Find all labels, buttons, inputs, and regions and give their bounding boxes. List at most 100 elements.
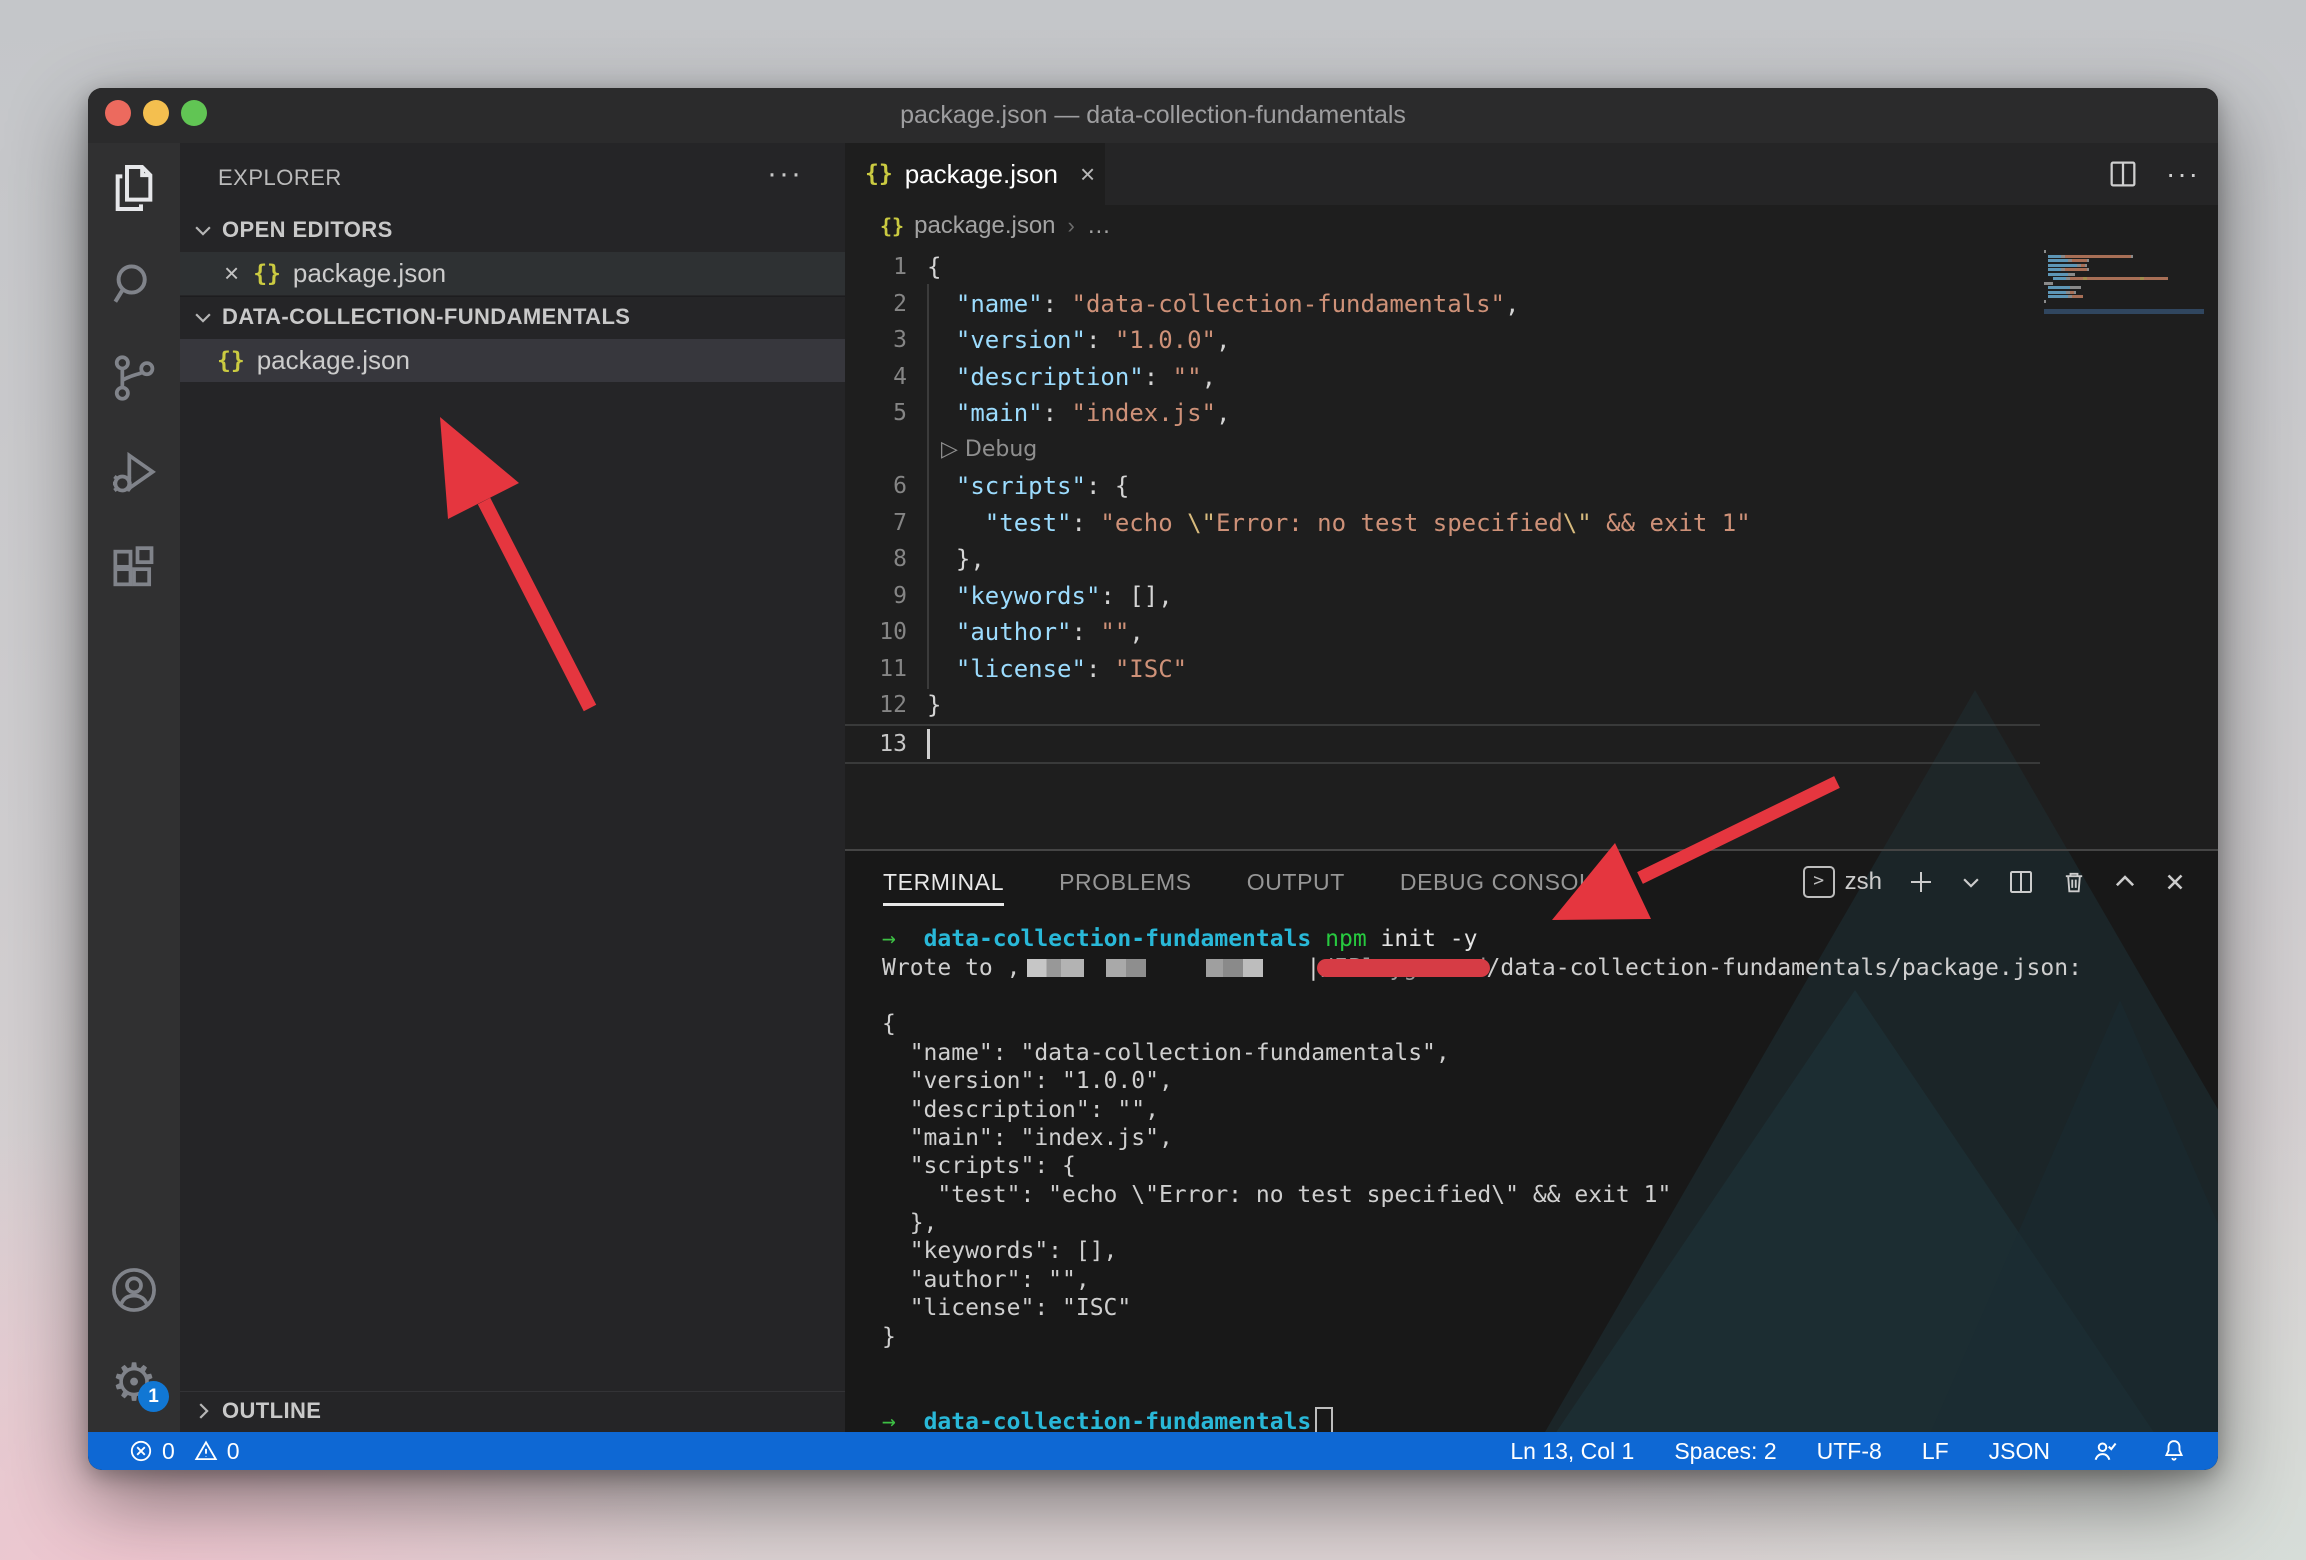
code-line: 1{ <box>845 249 2040 286</box>
minimap-row <box>2044 295 2204 298</box>
terminal-panel: TERMINAL PROBLEMS OUTPUT DEBUG CONSOLE >… <box>845 849 2218 1432</box>
code-text: "name": "data-collection-fundamentals", <box>907 286 2040 323</box>
maximize-panel-icon[interactable] <box>2112 869 2138 895</box>
source-control-icon[interactable] <box>106 350 162 406</box>
editor-tab-bar: {} package.json × ··· <box>845 143 2218 205</box>
minimap-row <box>2044 300 2204 303</box>
title-bar[interactable]: package.json — data-collection-fundament… <box>88 88 2218 144</box>
account-icon[interactable] <box>106 1262 162 1318</box>
line-number: 12 <box>845 692 907 718</box>
code-text: } <box>907 687 2040 724</box>
kill-terminal-trash-icon[interactable] <box>2060 868 2088 896</box>
chevron-down-icon <box>192 306 214 328</box>
tab-problems[interactable]: PROBLEMS <box>1059 851 1192 913</box>
line-number: 9 <box>845 583 907 609</box>
line-number: 11 <box>845 656 907 682</box>
code-line: 12} <box>845 687 2040 724</box>
editor-group: {} package.json × ··· {} package.json › … <box>845 143 2218 1432</box>
code-text: }, <box>907 541 2040 578</box>
indent-guide <box>927 466 929 507</box>
open-editor-file-label: package.json <box>293 258 446 289</box>
indentation-status[interactable]: Spaces: 2 <box>1674 1438 1776 1465</box>
code-line: 11 "license": "ISC" <box>845 651 2040 688</box>
tab-package-json[interactable]: {} package.json × <box>845 143 1106 205</box>
views-more-actions-icon[interactable]: ··· <box>767 157 803 191</box>
terminal-output-line: "license": "ISC" <box>882 1294 2208 1322</box>
indent-guide <box>927 284 929 325</box>
minimap[interactable] <box>2044 250 2204 314</box>
extensions-icon[interactable] <box>106 540 162 596</box>
sidebar-title: EXPLORER <box>218 165 342 191</box>
minimap-row <box>2044 259 2204 262</box>
redaction-strikethrough <box>1317 959 1489 977</box>
settings-badge: 1 <box>138 1381 169 1412</box>
problems-status[interactable]: 0 0 <box>128 1438 240 1465</box>
cursor-position-status[interactable]: Ln 13, Col 1 <box>1510 1438 1634 1465</box>
run-debug-icon[interactable] <box>106 445 162 501</box>
code-text: ▷ Debug <box>907 432 2040 469</box>
file-item-package-json[interactable]: {} package.json <box>180 339 845 382</box>
indent-guide <box>927 320 929 361</box>
code-line: 10 "author": "", <box>845 614 2040 651</box>
eol-status[interactable]: LF <box>1922 1438 1949 1465</box>
breadcrumb-more[interactable]: … <box>1087 212 1111 240</box>
code-line: 2 "name": "data-collection-fundamentals"… <box>845 286 2040 323</box>
breadcrumb-file[interactable]: package.json <box>914 212 1055 240</box>
terminal-output[interactable]: → data-collection-fundamentals npm init … <box>882 925 2208 1436</box>
explorer-icon[interactable] <box>106 160 162 216</box>
terminal-blank-line <box>882 1351 2208 1379</box>
language-mode-status[interactable]: JSON <box>1989 1438 2050 1465</box>
search-icon[interactable] <box>106 255 162 311</box>
outline-section-header[interactable]: OUTLINE <box>180 1391 845 1430</box>
encoding-status[interactable]: UTF-8 <box>1817 1438 1882 1465</box>
folder-section-header[interactable]: DATA-COLLECTION-FUNDAMENTALS <box>180 296 845 337</box>
code-line: 5 "main": "index.js", <box>845 395 2040 432</box>
minimap-row <box>2044 282 2204 285</box>
line-number: 4 <box>845 364 907 390</box>
desktop-background: package.json — data-collection-fundament… <box>0 0 2306 1560</box>
open-editor-item-package-json[interactable]: × {} package.json <box>180 252 845 295</box>
open-editors-section-header[interactable]: OPEN EDITORS <box>180 210 845 250</box>
editor-actions: ··· <box>2106 143 2200 205</box>
close-panel-icon[interactable] <box>2162 869 2188 895</box>
split-editor-icon[interactable] <box>2106 157 2140 191</box>
more-actions-icon[interactable]: ··· <box>2166 158 2200 190</box>
codelens-line: ▷ Debug <box>845 432 2040 469</box>
split-terminal-icon[interactable] <box>2006 867 2036 897</box>
activity-bar: ⚙ 1 <box>88 143 180 1432</box>
line-number: 8 <box>845 546 907 572</box>
indent-guide <box>927 503 929 544</box>
tab-close-icon[interactable]: × <box>1080 159 1095 190</box>
code-lines: 1{2 "name": "data-collection-fundamental… <box>845 249 2040 764</box>
indent-guide <box>927 430 929 471</box>
shell-selector[interactable]: > zsh <box>1803 866 1882 898</box>
feedback-icon[interactable] <box>2090 1436 2120 1466</box>
minimap-row <box>2044 250 2204 253</box>
settings-gear-icon[interactable]: ⚙ 1 <box>106 1355 162 1411</box>
minimap-row <box>2044 304 2204 307</box>
code-text: "license": "ISC" <box>907 651 2040 688</box>
indent-guide <box>927 576 929 617</box>
tab-terminal[interactable]: TERMINAL <box>883 851 1004 913</box>
tab-output[interactable]: OUTPUT <box>1247 851 1345 913</box>
code-editor[interactable]: 1{2 "name": "data-collection-fundamental… <box>845 247 2218 849</box>
line-number: 6 <box>845 473 907 499</box>
code-text: "test": "echo \"Error: no test specified… <box>907 505 2040 542</box>
new-terminal-icon[interactable] <box>1906 867 1936 897</box>
terminal-output-line: "description": "", <box>882 1095 2208 1123</box>
breadcrumb[interactable]: {} package.json › … <box>845 205 2218 247</box>
code-text <box>907 726 2040 763</box>
chevron-down-icon[interactable] <box>1960 871 1982 893</box>
close-editor-icon[interactable]: × <box>224 258 239 289</box>
notifications-bell-icon[interactable] <box>2160 1437 2188 1465</box>
tab-debug-console[interactable]: DEBUG CONSOLE <box>1400 851 1608 913</box>
error-icon <box>128 1438 154 1464</box>
line-number: 3 <box>845 327 907 353</box>
file-label: package.json <box>257 345 410 376</box>
window-title: package.json — data-collection-fundament… <box>88 88 2218 143</box>
codelens-debug[interactable]: ▷ Debug <box>927 437 1037 462</box>
line-number: 5 <box>845 400 907 426</box>
chevron-down-icon <box>192 219 214 241</box>
indent-guide <box>927 649 929 690</box>
minimap-row <box>2044 277 2204 280</box>
